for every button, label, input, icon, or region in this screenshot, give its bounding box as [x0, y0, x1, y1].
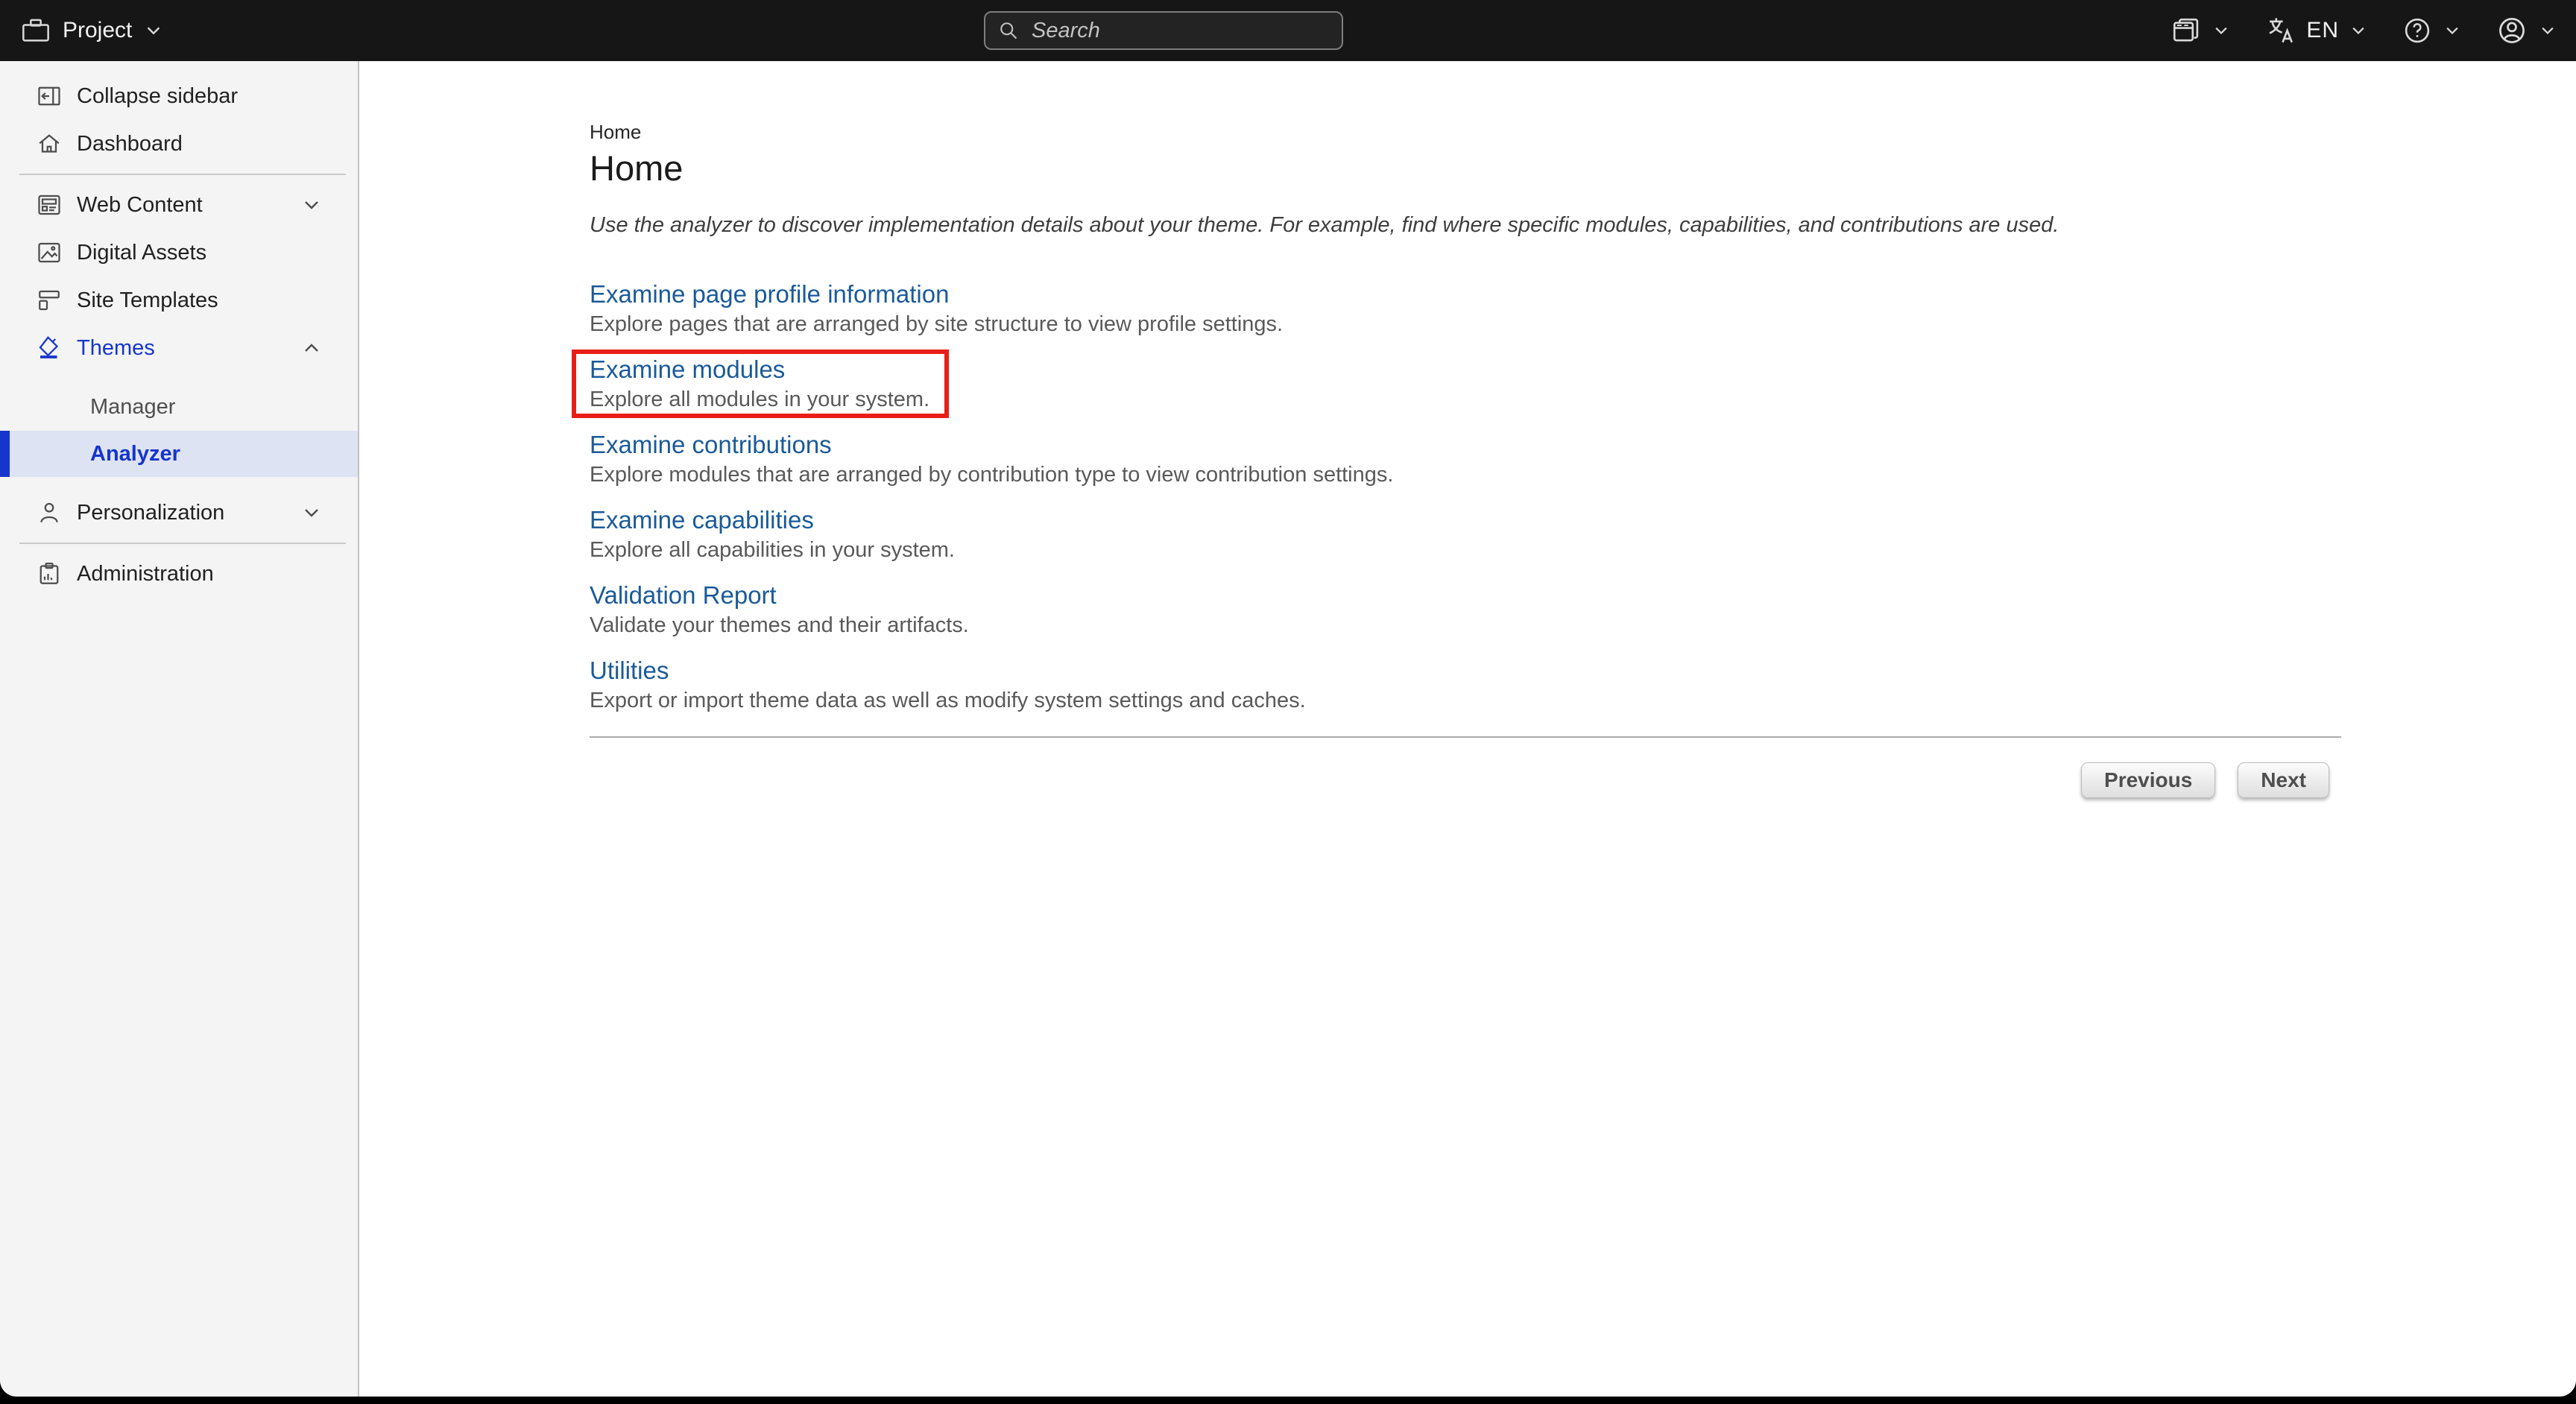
- applications-icon: [2171, 15, 2202, 46]
- chevron-down-icon: [2539, 22, 2557, 39]
- sidebar-item-administration[interactable]: Administration: [0, 550, 358, 598]
- link-description: Explore all modules in your system.: [590, 388, 929, 411]
- link-block-examine-modules: Examine modules Explore all modules in y…: [590, 356, 929, 411]
- sidebar-item-site-templates[interactable]: Site Templates: [0, 276, 358, 324]
- topbar-actions: EN: [2171, 0, 2557, 61]
- briefcase-icon: [21, 16, 51, 45]
- collapse-sidebar-button[interactable]: Collapse sidebar: [0, 72, 358, 120]
- sidebar-divider: [19, 174, 346, 175]
- language-code: EN: [2306, 18, 2339, 43]
- language-selector[interactable]: EN: [2264, 15, 2367, 46]
- sidebar-item-personalization[interactable]: Personalization: [0, 489, 358, 537]
- link-description: Explore all capabilities in your system.: [590, 538, 955, 562]
- chevron-down-icon: [2349, 22, 2367, 39]
- project-menu-button[interactable]: Project: [21, 0, 163, 61]
- translate-icon: [2264, 15, 2296, 46]
- sidebar-item-label: Personalization: [77, 501, 224, 525]
- sidebar-item-web-content[interactable]: Web Content: [0, 181, 358, 229]
- analyzer-links: Examine page profile information Explore…: [590, 281, 2341, 712]
- collapse-panel-icon: [35, 83, 63, 110]
- user-menu-button[interactable]: [2496, 14, 2557, 47]
- validation-report-link[interactable]: Validation Report: [590, 582, 777, 609]
- examine-modules-link[interactable]: Examine modules: [590, 356, 785, 383]
- page-title: Home: [590, 148, 2341, 189]
- examine-contributions-link[interactable]: Examine contributions: [590, 431, 832, 458]
- sidebar-item-label: Collapse sidebar: [77, 84, 238, 109]
- app-switcher-button[interactable]: [2171, 15, 2230, 46]
- search-icon: [997, 19, 1020, 42]
- page-subtitle: Use the analyzer to discover implementat…: [590, 212, 2341, 238]
- help-menu-button[interactable]: [2402, 15, 2461, 46]
- help-icon: [2402, 15, 2433, 46]
- user-avatar-icon: [2496, 14, 2528, 47]
- link-block-examine-capabilities: Examine capabilities Explore all capabil…: [590, 507, 955, 562]
- previous-button[interactable]: Previous: [2081, 762, 2215, 798]
- app-frame: Project: [0, 0, 2576, 1397]
- utilities-link[interactable]: Utilities: [590, 657, 669, 684]
- project-label: Project: [63, 18, 132, 43]
- search-box: [984, 11, 1343, 50]
- sidebar-item-label: Administration: [77, 562, 214, 586]
- link-description: Explore modules that are arranged by con…: [590, 463, 1393, 487]
- sidebar-item-label: Digital Assets: [77, 241, 206, 265]
- link-block-examine-contributions: Examine contributions Explore modules th…: [590, 431, 1393, 487]
- web-content-icon: [35, 192, 63, 218]
- clipboard-chart-icon: [35, 560, 63, 587]
- breadcrumb[interactable]: Home: [590, 121, 641, 143]
- chevron-down-icon: [301, 195, 322, 215]
- chevron-down-icon: [2443, 22, 2461, 39]
- sidebar-subitem-manager[interactable]: Manager: [0, 383, 358, 431]
- chevron-down-icon: [144, 21, 163, 40]
- sidebar: Collapse sidebar Dashboard: [0, 61, 359, 1397]
- sidebar-item-label: Site Templates: [77, 288, 218, 313]
- link-block-utilities: Utilities Export or import theme data as…: [590, 657, 1306, 712]
- link-block-validation-report: Validation Report Validate your themes a…: [590, 582, 969, 637]
- sidebar-item-themes[interactable]: Themes: [0, 324, 358, 372]
- link-block-examine-page-profile: Examine page profile information Explore…: [590, 281, 1283, 336]
- next-button[interactable]: Next: [2238, 762, 2329, 798]
- sidebar-item-dashboard[interactable]: Dashboard: [0, 120, 358, 168]
- link-description: Explore pages that are arranged by site …: [590, 312, 1283, 336]
- chevron-down-icon: [2212, 22, 2230, 39]
- main-content: Home Home Use the analyzer to discover i…: [359, 61, 2576, 1397]
- chevron-up-icon: [301, 338, 322, 358]
- content-divider: [590, 736, 2341, 738]
- link-description: Validate your themes and their artifacts…: [590, 613, 969, 637]
- search-input[interactable]: [1030, 18, 1330, 44]
- person-icon: [35, 499, 63, 526]
- sidebar-item-label: Manager: [90, 395, 175, 420]
- image-icon: [35, 239, 63, 266]
- chevron-down-icon: [301, 502, 322, 523]
- sidebar-divider: [19, 543, 346, 544]
- sidebar-item-label: Analyzer: [90, 442, 180, 467]
- sidebar-item-label: Web Content: [77, 193, 203, 218]
- home-icon: [35, 130, 63, 157]
- sidebar-item-digital-assets[interactable]: Digital Assets: [0, 229, 358, 276]
- layout-icon: [35, 287, 63, 314]
- sidebar-subitem-analyzer[interactable]: Analyzer: [0, 431, 358, 477]
- examine-capabilities-link[interactable]: Examine capabilities: [590, 507, 814, 534]
- examine-page-profile-link[interactable]: Examine page profile information: [590, 281, 949, 308]
- sidebar-item-label: Dashboard: [77, 132, 183, 156]
- link-description: Export or import theme data as well as m…: [590, 689, 1306, 712]
- top-bar: Project: [0, 0, 2576, 61]
- wizard-buttons: Previous Next: [590, 762, 2341, 798]
- paint-bucket-icon: [35, 335, 63, 361]
- screenshot-window: Project: [0, 0, 2576, 1404]
- sidebar-item-label: Themes: [77, 336, 155, 361]
